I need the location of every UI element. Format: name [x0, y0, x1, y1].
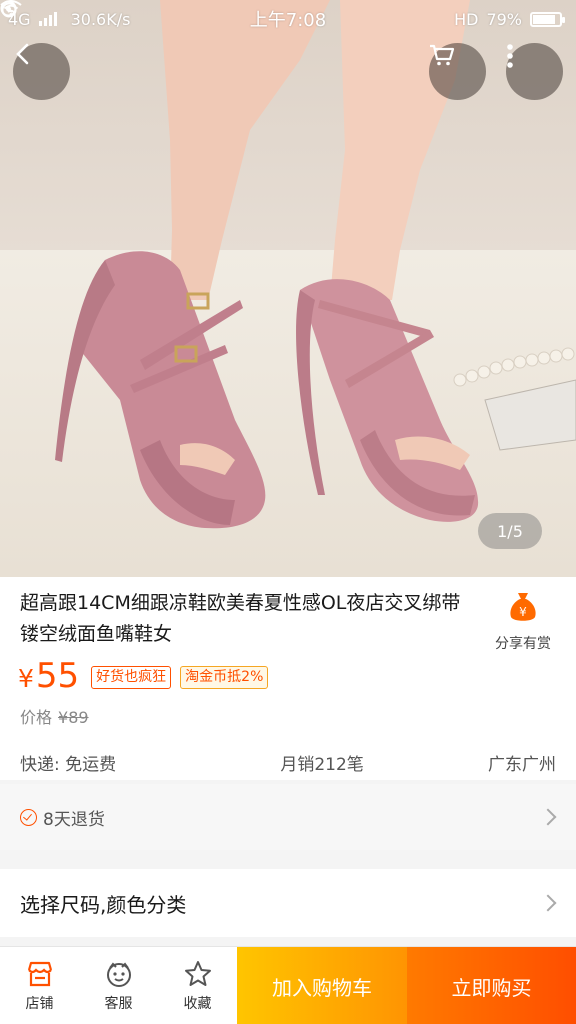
store-button[interactable]: 店铺: [0, 947, 79, 1024]
battery-icon: [530, 11, 565, 27]
buy-now-button[interactable]: 立即购买: [407, 947, 576, 1024]
original-price-label: 价格: [20, 708, 53, 727]
product-meta-row: 快递: 免运费 月销212笔 广东广州: [20, 750, 556, 775]
check-circle-icon: [20, 808, 37, 826]
product-info-card: 超高跟14CM细跟凉鞋欧美春夏性感OL夜店交叉绑带镂空绒面鱼嘴鞋女 ¥ 分享有赏…: [0, 577, 576, 780]
network-speed: 30.6K/s: [70, 9, 131, 29]
bottom-action-bar: 店铺 客服 收藏 加入购物车 立即购买: [0, 946, 576, 1024]
service-guarantee-row[interactable]: 8天退货: [0, 784, 576, 850]
original-price: 价格 ¥89: [20, 704, 89, 728]
share-reward-button[interactable]: ¥ 分享有赏: [488, 591, 558, 653]
select-sku-row[interactable]: 选择尺码,颜色分类: [0, 869, 576, 937]
customer-service-label: 客服: [104, 995, 133, 1012]
shipping-info: 快递: 免运费: [20, 755, 117, 775]
star-icon: [184, 960, 211, 986]
hd-indicator: HD: [454, 9, 479, 29]
shopping-cart-icon: [430, 44, 455, 66]
image-pager-indicator: 1/5: [478, 513, 542, 549]
battery-percent: 79%: [486, 9, 522, 29]
ship-from-location: 广东广州: [488, 755, 556, 775]
more-options-button[interactable]: [506, 43, 563, 100]
customer-service-button[interactable]: 客服: [79, 947, 158, 1024]
svg-text:¥: ¥: [519, 605, 527, 619]
favorite-label: 收藏: [183, 995, 212, 1012]
original-price-value: ¥89: [58, 708, 89, 727]
store-icon: [27, 961, 52, 986]
monthly-sales: 月销212笔: [280, 755, 364, 775]
customer-service-icon: [106, 961, 131, 987]
price-row: ¥55 好货也疯狂 淘金币抵2%: [18, 656, 269, 699]
more-vertical-icon: [507, 44, 513, 68]
product-photo-shoes: [55, 0, 576, 529]
add-to-cart-button[interactable]: 加入购物车: [237, 947, 407, 1024]
product-image-gallery[interactable]: 4G 30.6K/s 上午7:08 HD 79% 1/5: [0, 0, 576, 577]
promo-tag: 好货也疯狂: [91, 666, 172, 689]
money-bag-icon: ¥: [510, 593, 536, 621]
chevron-right-icon: [539, 808, 557, 826]
signal-icon: [38, 12, 57, 26]
wifi-icon: [0, 0, 22, 16]
favorite-button[interactable]: 收藏: [158, 947, 237, 1024]
chevron-right-icon: [539, 894, 557, 912]
return-policy: 8天退货: [43, 809, 105, 830]
share-label: 分享有赏: [495, 636, 551, 652]
select-sku-label: 选择尺码,颜色分类: [20, 892, 187, 917]
store-label: 店铺: [25, 995, 54, 1012]
product-title: 超高跟14CM细跟凉鞋欧美春夏性感OL夜店交叉绑带镂空绒面鱼嘴鞋女: [20, 592, 461, 645]
current-price: ¥55: [18, 656, 80, 696]
chevron-left-icon: [16, 43, 29, 65]
taojinbi-tag: 淘金币抵2%: [180, 666, 269, 689]
cart-button[interactable]: [429, 43, 486, 100]
back-button[interactable]: [13, 43, 70, 100]
status-bar: 4G 30.6K/s 上午7:08 HD 79%: [0, 0, 576, 38]
